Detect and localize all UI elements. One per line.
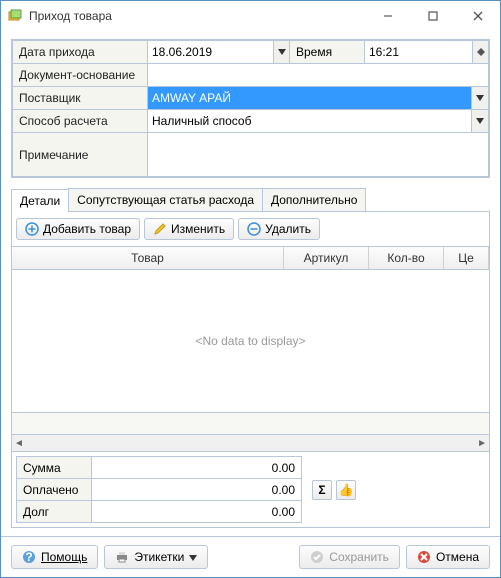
labels-label: Этикетки bbox=[134, 550, 184, 564]
note-label: Примечание bbox=[13, 133, 148, 177]
labels-button[interactable]: Этикетки bbox=[104, 545, 208, 569]
supplier-input[interactable] bbox=[148, 87, 471, 109]
scroll-left-icon: ◄ bbox=[14, 438, 24, 449]
footer-bar: ? Помощь Этикетки Сохранить Отмена bbox=[1, 536, 500, 577]
paid-value: 0.00 bbox=[92, 479, 302, 501]
cancel-label: Отмена bbox=[436, 550, 479, 564]
supplier-label: Поставщик bbox=[13, 87, 148, 110]
minimize-button[interactable] bbox=[365, 1, 410, 31]
grid-empty-text: <No data to display> bbox=[12, 270, 489, 412]
note-textarea[interactable] bbox=[150, 135, 486, 171]
grid-footer-strip bbox=[12, 412, 489, 434]
sigma-icon: Σ bbox=[318, 483, 325, 497]
sigma-button[interactable]: Σ bbox=[312, 480, 332, 500]
help-label: Помощь bbox=[41, 550, 87, 564]
payment-method-input[interactable] bbox=[148, 110, 471, 132]
date-dropdown-button[interactable] bbox=[273, 41, 289, 63]
window-title: Приход товара bbox=[29, 9, 365, 23]
save-label: Сохранить bbox=[329, 550, 389, 564]
details-toolbar: Добавить товар Изменить Удалить bbox=[11, 212, 490, 247]
supplier-dropdown-button[interactable] bbox=[471, 87, 488, 109]
col-qty[interactable]: Кол-во bbox=[369, 247, 444, 269]
check-icon bbox=[310, 550, 324, 564]
summary-panel: Сумма 0.00 Оплачено 0.00 Σ 👍 Долг bbox=[11, 452, 490, 528]
debt-value: 0.00 bbox=[92, 501, 302, 523]
edit-button[interactable]: Изменить bbox=[144, 218, 234, 240]
close-button[interactable] bbox=[455, 1, 500, 31]
paid-label: Оплачено bbox=[17, 479, 92, 501]
sum-label: Сумма bbox=[17, 457, 92, 479]
plus-icon bbox=[25, 222, 39, 236]
data-grid: Товар Артикул Кол-во Це <No data to disp… bbox=[11, 247, 490, 452]
save-button[interactable]: Сохранить bbox=[299, 545, 400, 569]
app-icon bbox=[7, 8, 23, 24]
form-panel: Дата прихода Время bbox=[11, 39, 490, 178]
payment-method-dropdown-button[interactable] bbox=[471, 110, 488, 132]
thumbs-up-button[interactable]: 👍 bbox=[336, 480, 356, 500]
grid-header: Товар Артикул Кол-во Це bbox=[12, 247, 489, 270]
time-label: Время bbox=[290, 41, 365, 64]
delete-button[interactable]: Удалить bbox=[238, 218, 320, 240]
col-product[interactable]: Товар bbox=[12, 247, 284, 269]
pencil-icon bbox=[153, 222, 167, 236]
minus-icon bbox=[247, 222, 261, 236]
time-spinner[interactable] bbox=[472, 41, 488, 63]
debt-label: Долг bbox=[17, 501, 92, 523]
sum-value: 0.00 bbox=[92, 457, 302, 479]
content-area: Дата прихода Время bbox=[1, 31, 500, 536]
tab-additional[interactable]: Дополнительно bbox=[262, 188, 366, 211]
time-input[interactable] bbox=[365, 41, 472, 63]
horizontal-scrollbar[interactable]: ◄ ► bbox=[12, 434, 489, 451]
app-window: Приход товара Дата прихода Время bbox=[0, 0, 501, 578]
tab-related-expense[interactable]: Сопутствующая статья расхода bbox=[68, 188, 263, 211]
col-price[interactable]: Це bbox=[444, 247, 489, 269]
doc-basis-label: Документ-основание bbox=[13, 64, 148, 87]
chevron-down-icon bbox=[189, 550, 197, 564]
delete-label: Удалить bbox=[265, 222, 311, 236]
date-label: Дата прихода bbox=[13, 41, 148, 64]
edit-label: Изменить bbox=[171, 222, 225, 236]
printer-icon bbox=[115, 550, 129, 564]
cancel-icon bbox=[417, 550, 431, 564]
scroll-right-icon: ► bbox=[477, 438, 487, 449]
thumbs-up-icon: 👍 bbox=[339, 483, 354, 497]
payment-method-label: Способ расчета bbox=[13, 110, 148, 133]
doc-basis-input[interactable] bbox=[148, 64, 488, 86]
titlebar: Приход товара bbox=[1, 1, 500, 31]
maximize-button[interactable] bbox=[410, 1, 455, 31]
cancel-button[interactable]: Отмена bbox=[406, 545, 490, 569]
col-article[interactable]: Артикул bbox=[284, 247, 369, 269]
help-button[interactable]: ? Помощь bbox=[11, 545, 98, 569]
help-icon: ? bbox=[22, 550, 36, 564]
tab-details[interactable]: Детали bbox=[11, 189, 69, 212]
tab-strip: Детали Сопутствующая статья расхода Допо… bbox=[11, 188, 490, 212]
svg-text:?: ? bbox=[25, 550, 32, 564]
add-product-button[interactable]: Добавить товар bbox=[16, 218, 140, 240]
date-input[interactable] bbox=[148, 41, 273, 63]
add-product-label: Добавить товар bbox=[43, 222, 131, 236]
